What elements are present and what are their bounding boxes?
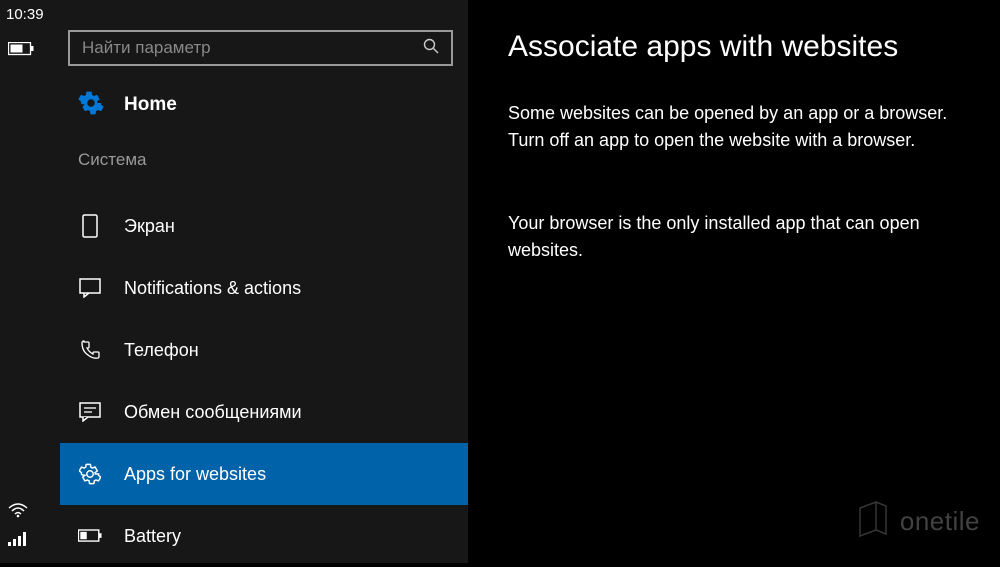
category-label: Система <box>78 150 146 170</box>
battery-icon <box>78 529 102 543</box>
watermark-text: onetile <box>900 506 980 537</box>
phone-icon <box>78 339 102 361</box>
screen-icon <box>78 214 102 238</box>
home-label: Home <box>124 94 177 116</box>
sidebar-content: Найти параметр Home Система <box>60 0 468 563</box>
signal-icon <box>8 532 28 551</box>
sidebar-item-label: Notifications & actions <box>124 278 301 299</box>
sidebar-item-label: Экран <box>124 216 175 237</box>
sidebar-item-messaging[interactable]: Обмен сообщениями <box>60 381 468 443</box>
gear-icon <box>78 90 104 121</box>
onetile-logo-icon <box>856 498 890 545</box>
sidebar-item-label: Телефон <box>124 340 199 361</box>
sidebar-item-label: Обмен сообщениями <box>124 402 302 423</box>
left-panel: 10:39 Найти <box>0 0 468 563</box>
content-paragraph-2: Your browser is the only installed app t… <box>508 210 978 264</box>
gear-icon <box>78 463 102 485</box>
menu-list: Экран Notifications & actions Телеф <box>60 195 468 567</box>
watermark: onetile <box>856 498 980 545</box>
messaging-icon <box>78 402 102 422</box>
sidebar-item-apps-for-websites[interactable]: Apps for websites <box>60 443 468 505</box>
content-panel: Associate apps with websites Some websit… <box>468 0 1000 563</box>
sidebar-item-label: Battery <box>124 526 181 547</box>
notifications-icon <box>78 278 102 298</box>
sidebar-item-label: Apps for websites <box>124 464 266 485</box>
sidebar-item-battery[interactable]: Battery <box>60 505 468 567</box>
wifi-icon <box>8 502 28 523</box>
content-paragraph-1: Some websites can be opened by an app or… <box>508 100 978 154</box>
home-button[interactable]: Home <box>60 80 468 130</box>
search-icon <box>423 38 439 59</box>
status-bar: 10:39 <box>0 0 60 563</box>
clock: 10:39 <box>6 6 44 23</box>
search-input[interactable]: Найти параметр <box>68 30 453 66</box>
sidebar-item-screen[interactable]: Экран <box>60 195 468 257</box>
page-title: Associate apps with websites <box>508 30 898 64</box>
battery-status-icon <box>8 42 34 61</box>
search-placeholder: Найти параметр <box>82 38 211 58</box>
sidebar-item-notifications[interactable]: Notifications & actions <box>60 257 468 319</box>
sidebar-item-phone[interactable]: Телефон <box>60 319 468 381</box>
